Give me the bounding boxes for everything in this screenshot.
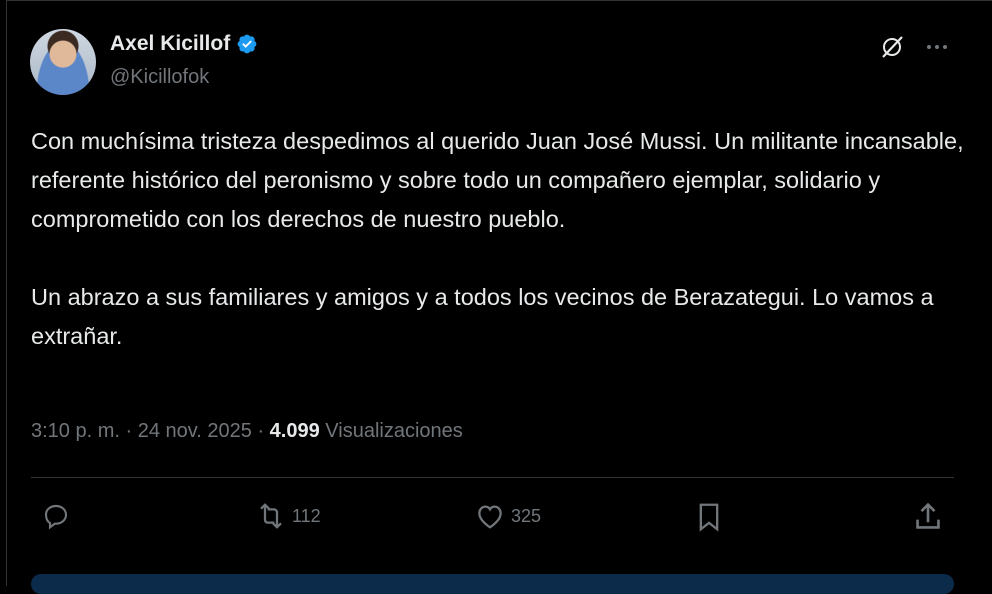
divider xyxy=(31,477,954,478)
author-display-name[interactable]: Axel Kicillof xyxy=(110,32,230,56)
repost-button[interactable]: 112 xyxy=(254,500,321,532)
bookmark-icon xyxy=(699,503,719,532)
verified-badge-icon xyxy=(237,34,257,54)
avatar[interactable] xyxy=(30,29,96,95)
meta-separator: · xyxy=(119,420,138,442)
reply-icon xyxy=(44,504,68,530)
tweet-meta: 3:10 p. m. · 24 nov. 2025 · 4.099 Visual… xyxy=(31,420,463,443)
author-handle[interactable]: @Kicillofok xyxy=(110,66,209,89)
grok-icon[interactable] xyxy=(879,34,905,60)
share-button[interactable] xyxy=(912,500,944,534)
reply-composer-bar[interactable] xyxy=(31,574,954,594)
repost-icon xyxy=(260,503,282,529)
bookmark-button[interactable] xyxy=(695,500,723,534)
like-icon xyxy=(478,505,502,529)
like-count: 325 xyxy=(511,505,542,526)
views-count: 4.099 xyxy=(269,420,320,442)
views-label: Visualizaciones xyxy=(325,420,463,442)
more-icon[interactable] xyxy=(920,34,954,60)
tweet-time[interactable]: 3:10 p. m. xyxy=(31,420,120,442)
tweet-paragraph: Un abrazo a sus familiares y amigos y a … xyxy=(31,284,934,349)
like-button[interactable]: 325 xyxy=(473,500,541,532)
repost-count: 112 xyxy=(292,505,321,526)
tweet-text: Con muchísima tristeza despedimos al que… xyxy=(31,122,966,356)
tweet-date[interactable]: 24 nov. 2025 xyxy=(138,420,252,442)
author-name-row: Axel Kicillof xyxy=(110,32,258,56)
tweet-paragraph: Con muchísima tristeza despedimos al que… xyxy=(31,128,964,232)
meta-separator: · xyxy=(251,420,270,442)
share-icon xyxy=(916,502,940,529)
reply-button[interactable] xyxy=(40,500,72,532)
